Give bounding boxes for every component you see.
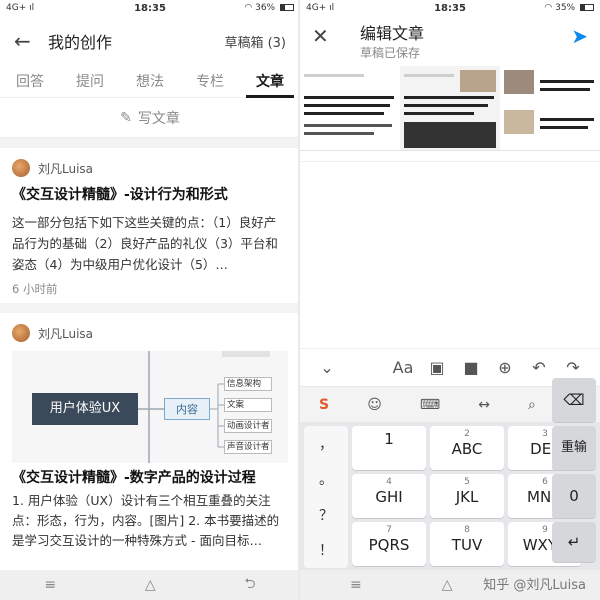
zero-key[interactable]: 0 [552, 474, 596, 518]
article-card[interactable]: 刘凡Luisa 《交互设计精髓》-设计行为和形式 这一部分包括下如下这些关键的点… [0, 148, 300, 303]
avatar [12, 324, 30, 342]
clock: 18:35 [134, 2, 166, 14]
article-cover-image: 用户体验UX 内容 信息架构 文案 动画设计者 声音设计者 [12, 351, 288, 463]
reenter-key[interactable]: 重输 [552, 426, 596, 470]
divider [0, 138, 300, 148]
home-icon[interactable]: △ [442, 577, 453, 593]
edit-article-screen: 4G+ ıl 18:35 ◠ 35% ✕ 编辑文章 草稿已保存 ➤ ⌄ Aa ▣… [300, 0, 600, 600]
wifi-icon: ◠ [544, 3, 553, 13]
sogou-logo-icon[interactable]: S [319, 397, 329, 413]
signal-indicator: 4G+ ıl [306, 3, 335, 13]
mindmap-branch: 声音设计者 [224, 440, 272, 454]
undo-icon[interactable]: ↶ [522, 358, 556, 377]
page-title: 我的创作 [48, 33, 113, 52]
pen-icon: ✎ [120, 109, 132, 126]
system-nav-bar: ≡ △ ⮌ [0, 570, 300, 600]
add-circle-icon[interactable]: ⊕ [488, 358, 522, 377]
enter-key[interactable]: ↵ [552, 522, 596, 562]
wifi-icon: ◠ [244, 3, 253, 13]
status-bar: 4G+ ıl 18:35 ◠ 35% [300, 0, 600, 16]
video-icon[interactable]: ■ [454, 358, 488, 377]
editor-top-bar: ✕ 编辑文章 草稿已保存 ➤ [300, 16, 600, 66]
preview-panel [300, 66, 400, 161]
drafts-button[interactable]: 草稿箱 (3) [224, 32, 286, 51]
question-key[interactable]: ？ [319, 505, 333, 525]
period-key[interactable]: 。 [319, 469, 333, 489]
avatar [12, 159, 30, 177]
battery-icon [580, 4, 594, 11]
key-2[interactable]: 2 ABC [430, 426, 504, 470]
tab-articles[interactable]: 文章 [240, 66, 300, 98]
preview-panel [400, 66, 500, 161]
write-article-button[interactable]: ✎ 写文章 [0, 98, 300, 138]
cursor-move-icon[interactable]: ↔ [478, 397, 490, 413]
article-excerpt: 这一部分包括下如下这些关键的点：（1）良好产品行为的基础（2）良好产品的礼仪（3… [12, 215, 278, 272]
author-row: 刘凡Luisa [12, 321, 288, 345]
system-nav-bar: ≡ △ 知乎 @刘凡Luisa [300, 570, 600, 600]
keyboard-icon[interactable]: ⌨ [420, 397, 440, 413]
preview-panel [500, 66, 600, 161]
backspace-key[interactable]: ⌫ [552, 378, 596, 422]
menu-icon[interactable]: ≡ [44, 577, 56, 593]
comma-key[interactable]: ， [319, 434, 333, 454]
mindmap-root: 用户体验UX [32, 393, 138, 425]
my-creations-screen: 4G+ ıl 18:35 ◠ 36% ← 我的创作 草稿箱 (3) 回答 提问 … [0, 0, 300, 600]
article-title[interactable]: 《交互设计精髓》-数字产品的设计过程 [12, 469, 288, 487]
mindmap-branch: 动画设计者 [224, 419, 272, 433]
tab-answers[interactable]: 回答 [0, 66, 60, 97]
page-title: 编辑文章 [360, 24, 425, 43]
image-icon[interactable]: ▣ [420, 358, 454, 377]
key-4[interactable]: 4 GHI [352, 474, 426, 518]
article-title[interactable]: 《交互设计精髓》-设计行为和形式 [12, 186, 288, 204]
exclaim-key[interactable]: ！ [319, 540, 333, 560]
watermark: 知乎 @刘凡Luisa [483, 578, 586, 593]
mindmap-node: 内容 [164, 398, 210, 420]
chevron-down-icon[interactable]: ⌄ [310, 358, 344, 377]
close-icon[interactable]: ✕ [312, 24, 360, 48]
clock: 18:35 [434, 2, 466, 14]
draft-saved-status: 草稿已保存 [360, 46, 421, 60]
home-icon[interactable]: △ [145, 577, 156, 593]
article-excerpt: 1. 用户体验（UX）设计有三个相互重叠的关注点：形态，行为，内容。[图片] 2… [12, 493, 280, 548]
editor-body[interactable] [300, 162, 600, 348]
tab-columns[interactable]: 专栏 [180, 66, 240, 97]
key-8[interactable]: 8 TUV [430, 522, 504, 566]
key-1[interactable]: 1 [352, 426, 426, 470]
article-time: 6 小时前 [12, 282, 58, 296]
battery-icon [280, 4, 294, 11]
emoji-icon[interactable]: ☺ [367, 397, 382, 413]
key-5[interactable]: 5 JKL [430, 474, 504, 518]
embedded-screenshot-image [300, 66, 600, 162]
signal-indicator: 4G+ ıl [6, 3, 35, 13]
tab-bar: 回答 提问 想法 专栏 文章 [0, 66, 300, 98]
divider [0, 303, 300, 313]
status-bar: 4G+ ıl 18:35 ◠ 36% [0, 0, 300, 16]
mindmap-branch: 文案 [224, 398, 272, 412]
mindmap-branch: 信息架构 [224, 377, 272, 391]
menu-icon[interactable]: ≡ [350, 577, 362, 593]
key-7[interactable]: 7 PQRS [352, 522, 426, 566]
tab-thoughts[interactable]: 想法 [120, 66, 180, 97]
editor-title-block: 编辑文章 草稿已保存 [360, 24, 571, 62]
send-icon[interactable]: ➤ [571, 24, 588, 48]
top-bar: ← 我的创作 草稿箱 (3) [0, 16, 300, 66]
author-name: 刘凡Luisa [38, 326, 94, 341]
redo-icon[interactable]: ↷ [556, 358, 590, 377]
punctuation-column: ， 。 ？ ！ [304, 426, 348, 568]
tab-questions[interactable]: 提问 [60, 66, 120, 97]
arrow-left-icon[interactable]: ← [14, 29, 48, 53]
author-name: 刘凡Luisa [38, 161, 94, 176]
back-icon[interactable]: ⮌ [244, 573, 255, 597]
article-card[interactable]: 刘凡Luisa 用户体验UX 内容 信息架构 文案 动画设计者 声音设计者 《交… [0, 313, 300, 557]
author-row: 刘凡Luisa [12, 156, 288, 180]
search-icon[interactable]: ⌕ [528, 397, 536, 413]
battery-indicator: ◠ 35% [514, 3, 594, 13]
battery-indicator: ◠ 36% [214, 3, 294, 13]
text-format-icon[interactable]: Aa [386, 358, 420, 377]
